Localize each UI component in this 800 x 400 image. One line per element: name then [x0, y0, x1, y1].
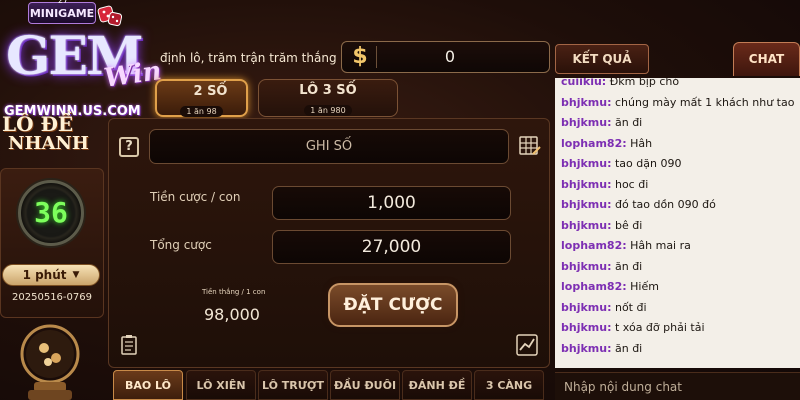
tab-lo-truot[interactable]: LÔ TRƯỢT	[258, 370, 328, 400]
chat-user: lopham82:	[561, 239, 627, 252]
place-bet-button[interactable]: ĐẶT CƯỢC	[328, 283, 458, 327]
tab-rate: 1 ăn 980	[304, 105, 352, 116]
chat-user: bhjkmu:	[561, 341, 612, 355]
chat-text: ăn đi	[614, 341, 643, 355]
chat-message: lopham82: Hiếm	[555, 277, 800, 298]
total-label: Tổng cược	[150, 238, 212, 252]
chat-message: bhjkmu: bê đi	[555, 216, 800, 237]
help-icon[interactable]: ?	[119, 137, 139, 157]
chat-text: ăn đi	[614, 116, 643, 129]
notes-icon[interactable]	[120, 334, 140, 356]
tab-3-cang[interactable]: 3 CÀNG	[474, 370, 544, 400]
tab-lo-2-so[interactable]: 2 SỐ 1 ăn 98	[155, 79, 248, 117]
chat-user: bhjkmu:	[561, 259, 612, 273]
tab-label: LÔ 3 SỐ	[299, 83, 357, 98]
game-logo-line2: NHANH	[8, 133, 89, 154]
chat-text: hoc đi	[614, 177, 649, 191]
chat-message: bhjkmu: ăn đi	[555, 339, 800, 360]
tab-dau-duoi[interactable]: ĐẦU ĐUÔI	[330, 370, 400, 400]
tab-label: 2 SỐ	[193, 84, 228, 99]
chat-text: Hâh mai ra	[630, 239, 691, 252]
period-label: 1 phút	[22, 268, 67, 282]
chat-message: bhjkmu: hoc đi	[555, 175, 800, 196]
chat-message: lopham82: Hâh mai ra	[555, 236, 800, 257]
chat-text: Hâh	[630, 136, 653, 150]
chat-text: chúng mày mất 1 khách như tao	[614, 95, 795, 109]
caret-down-icon: ▼	[72, 270, 80, 280]
stake-input[interactable]: 1,000	[272, 186, 511, 220]
results-button[interactable]: KẾT QUẢ	[555, 44, 649, 74]
chat-user: bhjkmu:	[561, 177, 612, 191]
chat-user: bhjkmu:	[561, 300, 612, 314]
total-bet-field: 27,000	[272, 230, 511, 264]
number-input[interactable]: GHI SỐ	[149, 129, 509, 164]
chat-text: ăn đi	[614, 259, 643, 273]
chat-text: Đkm bịp chó	[609, 78, 680, 88]
chat-user: bhjkmu:	[561, 157, 612, 170]
chat-message: bhjkmu: ăn đi	[555, 113, 800, 134]
dollar-icon: $	[352, 44, 368, 69]
chat-text: tao dặn 090	[614, 157, 682, 170]
win-value: 98,000	[204, 305, 260, 324]
chat-text: đó tao dồn 090 đó	[614, 198, 716, 211]
balance-value: 0	[444, 47, 456, 66]
win-label: Tiền thắng / 1 con	[202, 288, 266, 296]
chat-message: bhjkmu: t xóa đỡ phải tải	[555, 318, 800, 339]
chat-user: bhjkmu:	[561, 218, 612, 232]
chat-message: lopham82: Hâh	[555, 134, 800, 155]
chat-text: bê đi	[614, 218, 643, 232]
countdown-timer: 36	[34, 196, 68, 229]
chat-user: cuiikiu:	[561, 78, 607, 88]
session-id: 20250516-0769	[12, 292, 92, 303]
chat-message: bhjkmu: chúng mày mất 1 khách như tao	[555, 93, 800, 114]
lottery-machine-icon	[20, 324, 80, 400]
chat-user: bhjkmu:	[561, 198, 612, 211]
chat-user: lopham82:	[561, 136, 627, 150]
period-select[interactable]: 1 phút ▼	[2, 264, 100, 286]
chat-text: t xóa đỡ phải tải	[614, 321, 705, 334]
chat-text: Hiếm	[630, 280, 659, 293]
balance-divider	[376, 46, 377, 68]
chat-user: lopham82:	[561, 280, 627, 293]
chat-user: bhjkmu:	[561, 321, 612, 334]
chat-user: bhjkmu:	[561, 116, 612, 129]
chat-input[interactable]: Nhập nội dung chat	[555, 372, 800, 400]
chat-message: cuiikiu: Đkm bịp chó	[555, 78, 800, 93]
tab-chat[interactable]: CHAT	[733, 42, 800, 76]
tab-lo-xien[interactable]: LÔ XIÊN	[186, 370, 256, 400]
minigame-number: 27	[57, 0, 69, 5]
chat-message: bhjkmu: tao dặn 090	[555, 154, 800, 175]
chat-user: bhjkmu:	[561, 95, 612, 109]
chat-text: nốt đi	[614, 300, 647, 314]
marquee-text: định lô, trăm trận trăm thắng	[160, 51, 337, 65]
tab-rate: 1 ăn 98	[180, 106, 223, 117]
chat-message: bhjkmu: ăn đi	[555, 257, 800, 278]
number-grid-icon[interactable]	[519, 136, 541, 156]
chart-icon[interactable]	[516, 334, 538, 356]
tab-lo-3-so[interactable]: LÔ 3 SỐ 1 ăn 980	[258, 79, 398, 117]
tab-danh-de[interactable]: ĐÁNH ĐỀ	[402, 370, 472, 400]
chat-message: bhjkmu: đó tao dồn 090 đó	[555, 195, 800, 216]
stake-label: Tiền cược / con	[150, 190, 241, 204]
chat-messages[interactable]: cuiikiu: Đkm bịp chó bhjkmu: chúng mày m…	[555, 78, 800, 368]
chat-message: bhjkmu: nốt đi	[555, 298, 800, 319]
tab-bao-lo[interactable]: BAO LÔ	[113, 370, 183, 400]
